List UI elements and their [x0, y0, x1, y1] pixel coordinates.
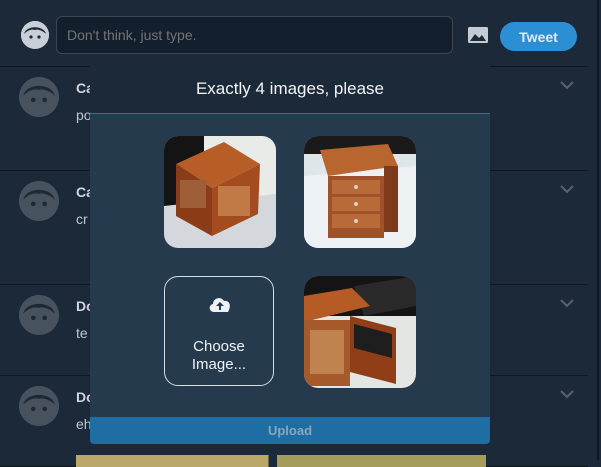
chevron-down-icon[interactable]	[560, 184, 574, 194]
avatar[interactable]	[19, 295, 59, 335]
tweet-button[interactable]: Tweet	[500, 22, 577, 51]
chevron-down-icon[interactable]	[560, 80, 574, 90]
post-text: te	[76, 325, 88, 341]
avatar[interactable]	[19, 77, 59, 117]
nightstand-photo	[304, 136, 416, 248]
nightstand-photo	[164, 136, 276, 248]
choose-label-line2: Image...	[191, 356, 247, 373]
avatar[interactable]	[19, 386, 59, 426]
modal-title: Exactly 4 images, please	[195, 79, 385, 98]
face-icon	[19, 77, 59, 117]
face-icon	[19, 181, 59, 221]
nightstand-photo	[304, 276, 416, 388]
chevron-down-icon[interactable]	[560, 298, 574, 308]
image-thumbnail[interactable]	[164, 136, 276, 248]
modal-header: Exactly 4 images, please	[90, 66, 490, 114]
post-image-strip[interactable]	[76, 455, 486, 467]
post-text: cr	[76, 211, 88, 227]
face-icon	[21, 21, 49, 49]
face-icon	[19, 386, 59, 426]
upload-button[interactable]: Upload	[90, 417, 490, 444]
choose-label: Choose Image...	[165, 338, 273, 374]
image-thumbnail[interactable]	[304, 136, 416, 248]
choose-label-line1: Choose	[193, 338, 245, 355]
choose-image-button[interactable]: Choose Image...	[164, 276, 274, 386]
cloud-upload-icon	[209, 298, 230, 312]
avatar[interactable]	[19, 181, 59, 221]
image-icon[interactable]	[467, 26, 489, 44]
upload-modal: Exactly 4 images, please Choose Image...…	[90, 66, 490, 444]
tweet-input[interactable]	[56, 16, 453, 54]
face-icon	[19, 295, 59, 335]
user-avatar[interactable]	[21, 21, 49, 49]
chevron-down-icon[interactable]	[560, 389, 574, 399]
compose-bar: Tweet	[0, 0, 588, 67]
image-thumbnail[interactable]	[304, 276, 416, 388]
